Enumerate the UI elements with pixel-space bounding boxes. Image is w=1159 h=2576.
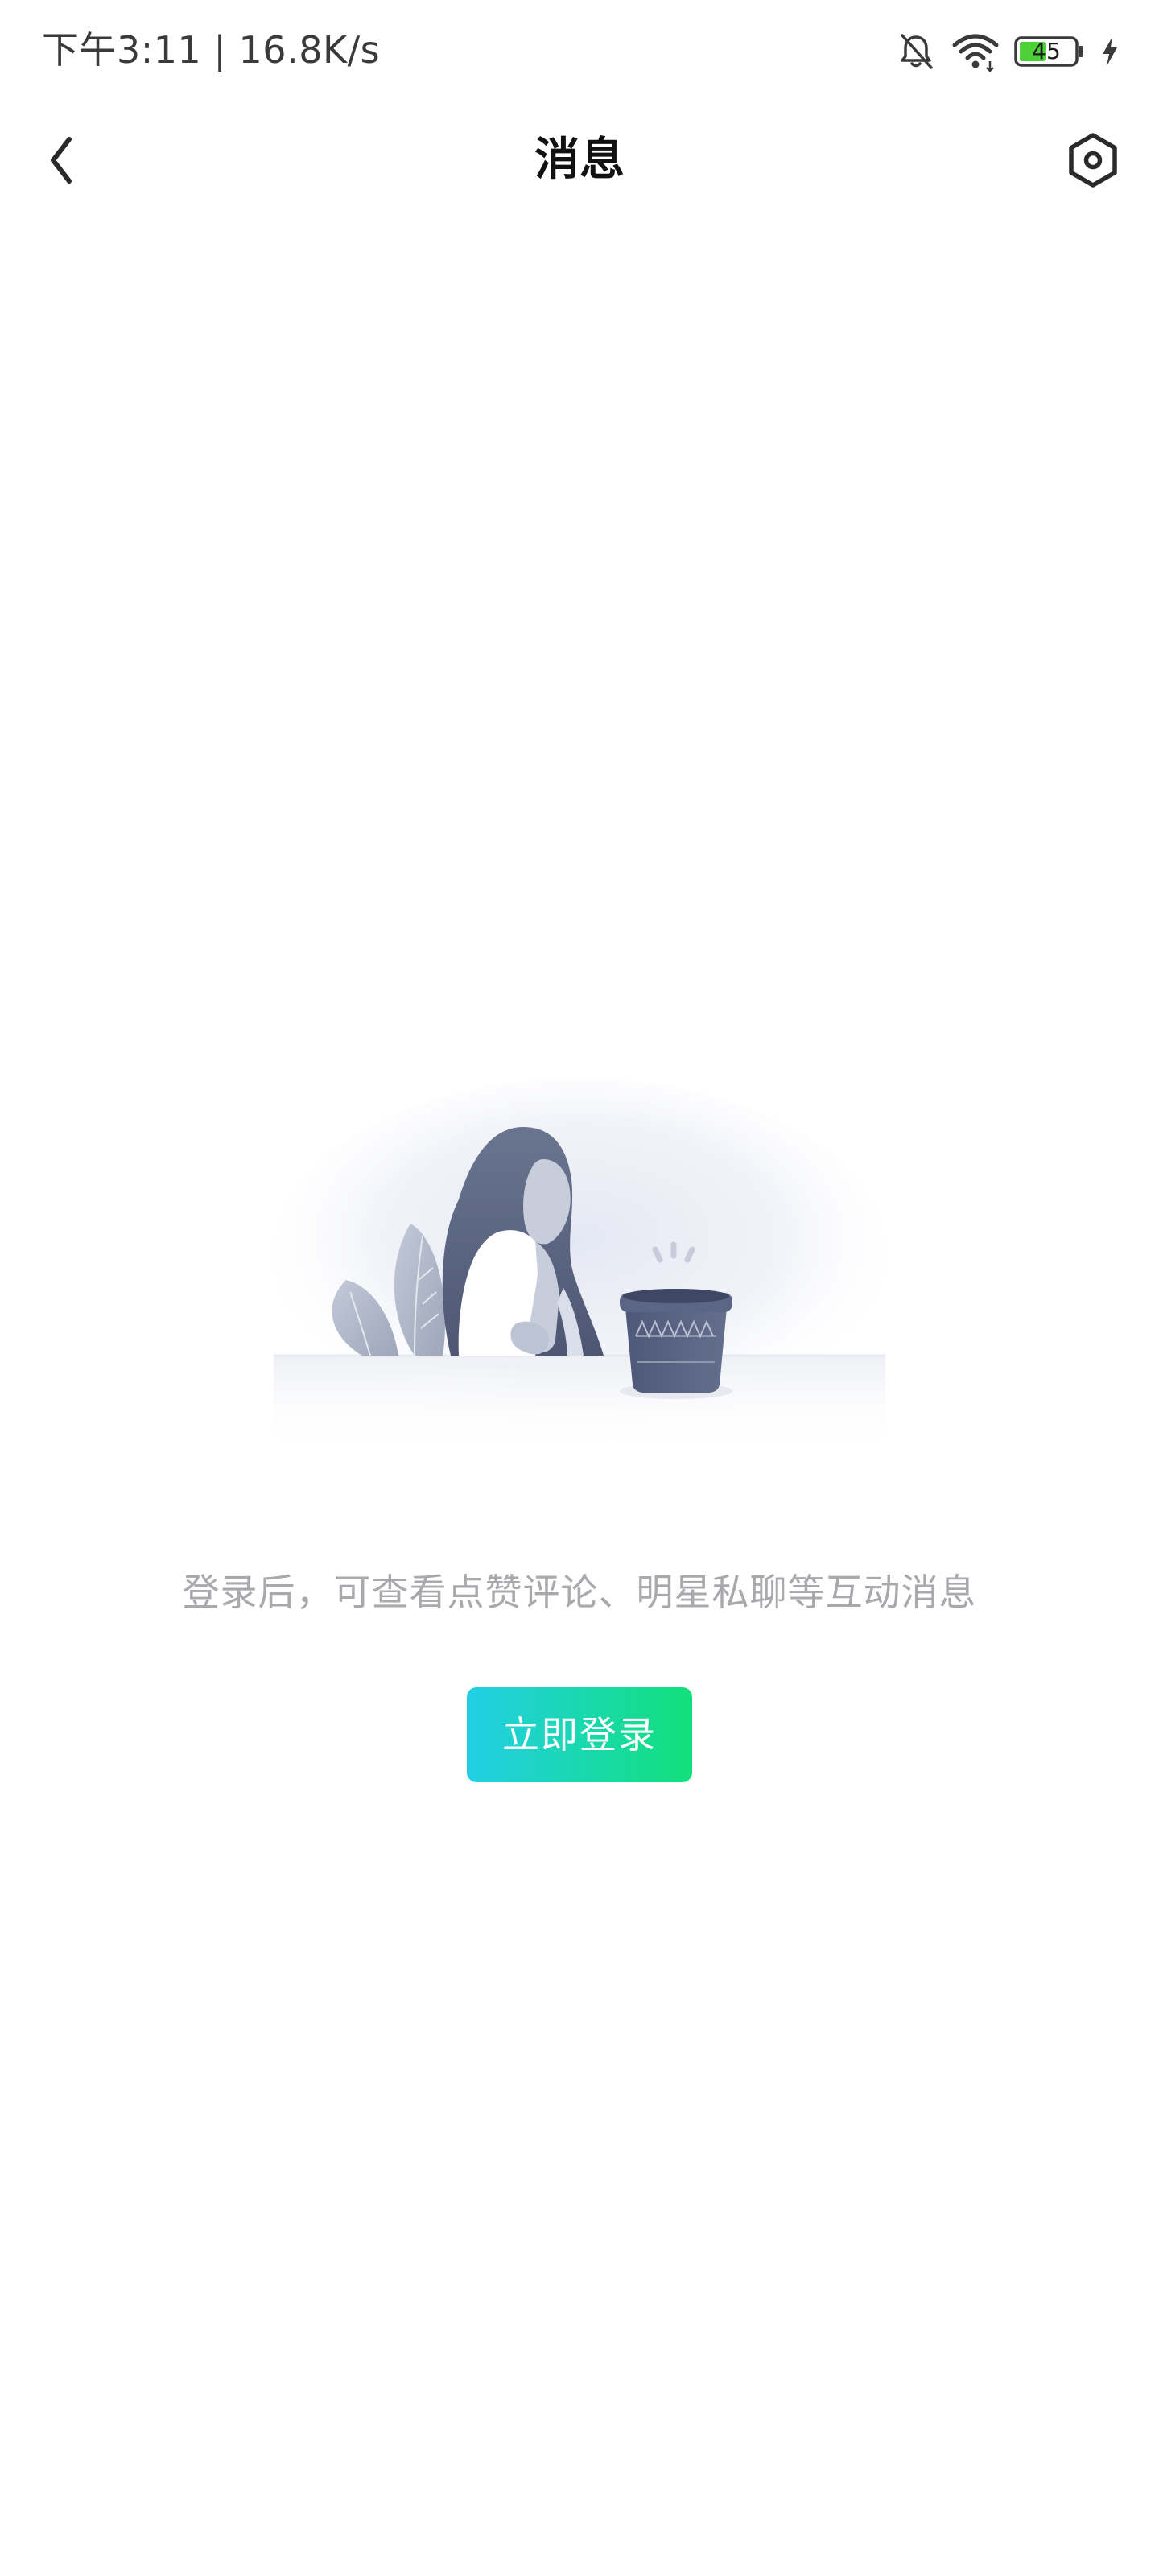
back-button[interactable] <box>29 128 93 192</box>
empty-state-illustration <box>258 1063 901 1513</box>
status-time-speed: 下午3:11 | 16.8K/s <box>42 28 381 72</box>
settings-button[interactable] <box>1059 126 1127 194</box>
chevron-left-icon <box>51 137 72 184</box>
login-button[interactable]: 立即登录 <box>467 1687 692 1782</box>
flowerpot <box>620 1289 732 1399</box>
battery-level: 45 <box>1032 38 1061 64</box>
status-bar: 下午3:11 | 16.8K/s 45 <box>0 0 1159 100</box>
floor-shadow <box>274 1356 885 1452</box>
status-icons: 45 <box>895 26 1120 77</box>
wifi-icon <box>952 34 999 72</box>
nav-bar: 消息 <box>0 100 1159 221</box>
charging-icon <box>1103 37 1117 66</box>
battery-indicator: 45 <box>1014 35 1085 68</box>
woman-with-flowerpot-illustration <box>274 1079 885 1452</box>
empty-state-message: 登录后，可查看点赞评论、明星私聊等互动消息 <box>182 1571 977 1614</box>
page-title: 消息 <box>534 134 625 186</box>
hexagon-settings-icon <box>1069 133 1117 188</box>
mute-bell-icon <box>901 34 933 69</box>
